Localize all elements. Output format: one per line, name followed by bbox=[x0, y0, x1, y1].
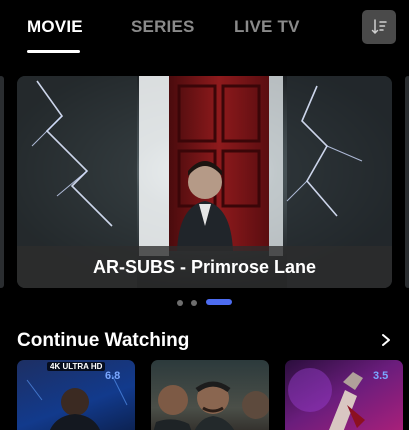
chevron-right-icon[interactable] bbox=[378, 331, 394, 349]
continue-watching-item[interactable]: 3.5 bbox=[285, 360, 403, 430]
sort-descending-icon bbox=[371, 19, 387, 35]
carousel-dot[interactable] bbox=[177, 300, 183, 306]
continue-watching-item[interactable] bbox=[151, 360, 269, 430]
rating-badge: 6.8 bbox=[105, 370, 121, 382]
previous-slide-peek[interactable] bbox=[0, 76, 4, 288]
section-title-continue-watching: Continue Watching bbox=[17, 330, 190, 351]
carousel-dot[interactable] bbox=[191, 300, 197, 306]
poster-artwork bbox=[153, 381, 269, 430]
continue-watching-item[interactable]: 4K ULTRA HD 6.8 bbox=[17, 360, 135, 430]
carousel-pagination bbox=[0, 299, 409, 307]
tab-movie[interactable]: MOVIE bbox=[27, 17, 83, 37]
4k-badge: 4K ULTRA HD bbox=[47, 362, 106, 371]
hero-banner[interactable]: AR-SUBS - Primrose Lane bbox=[17, 76, 392, 288]
carousel-dot-active[interactable] bbox=[206, 299, 232, 305]
next-slide-peek[interactable] bbox=[405, 76, 409, 288]
top-tab-bar: MOVIE SERIES LIVE TV bbox=[0, 0, 409, 56]
hero-title: AR-SUBS - Primrose Lane bbox=[17, 246, 392, 288]
tab-series[interactable]: SERIES bbox=[131, 17, 195, 37]
sort-button[interactable] bbox=[362, 10, 396, 44]
tab-live-tv[interactable]: LIVE TV bbox=[234, 17, 300, 37]
rating-badge: 3.5 bbox=[373, 370, 389, 382]
active-tab-indicator bbox=[27, 50, 80, 53]
